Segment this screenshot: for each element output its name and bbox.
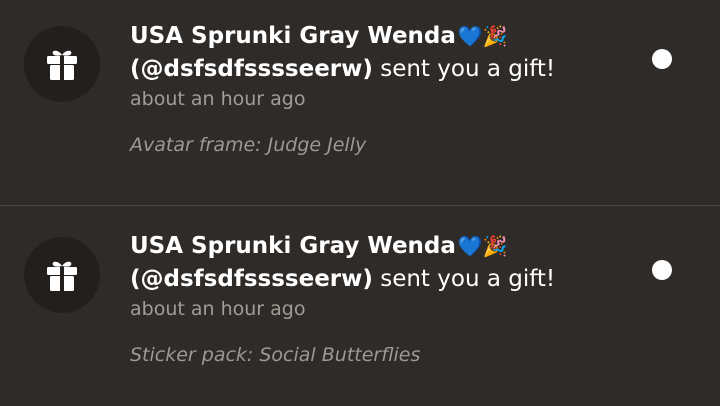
unread-dot (652, 49, 672, 69)
unread-dot (652, 260, 672, 280)
sender-emoji: 💙🎉 (457, 234, 508, 258)
notification-item[interactable]: USA Sprunki Gray Wenda 💙🎉 (@dsfsdfsssseer… (0, 0, 720, 205)
gift-icon (44, 46, 80, 82)
notification-item[interactable]: USA Sprunki Gray Wenda 💙🎉 (@dsfsdfsssseer… (0, 206, 720, 406)
notification-time: about an hour ago (130, 88, 306, 110)
gift-icon (44, 257, 80, 293)
notification-action: sent you a gift! (372, 266, 556, 292)
notification-time: about an hour ago (130, 298, 306, 320)
sender-handle[interactable]: (@dsfsdfsssseerw) (130, 56, 373, 82)
notification-message: (@dsfsdfsssseerw) sent you a gift! (130, 53, 650, 86)
sender-handle[interactable]: (@dsfsdfsssseerw) (130, 266, 373, 292)
gift-detail: Sticker pack: Social Butterflies (130, 344, 421, 366)
sender-name[interactable]: USA Sprunki Gray Wenda 💙🎉 (130, 230, 650, 263)
notification-list: USA Sprunki Gray Wenda 💙🎉 (@dsfsdfsssseer… (0, 0, 720, 406)
notification-text: USA Sprunki Gray Wenda 💙🎉 (@dsfsdfsssseer… (130, 230, 650, 368)
notification-text: USA Sprunki Gray Wenda 💙🎉 (@dsfsdfsssseer… (130, 20, 650, 158)
notification-message: (@dsfsdfsssseerw) sent you a gift! (130, 263, 650, 296)
sender-emoji: 💙🎉 (457, 24, 508, 48)
gift-detail: Avatar frame: Judge Jelly (130, 134, 367, 156)
sender-name[interactable]: USA Sprunki Gray Wenda 💙🎉 (130, 20, 650, 53)
notification-action: sent you a gift! (372, 56, 556, 82)
gift-avatar (24, 237, 100, 313)
gift-avatar (24, 26, 100, 102)
